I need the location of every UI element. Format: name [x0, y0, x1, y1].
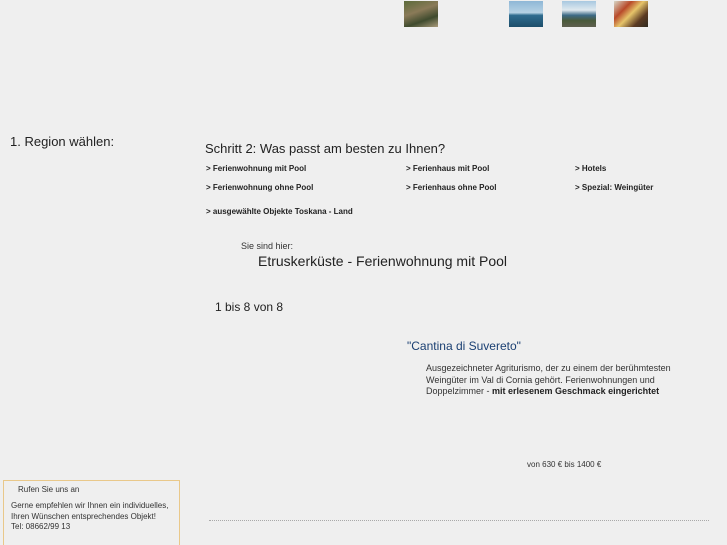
listing-description-bold: mit erlesenem Geschmack eingerichtet [492, 386, 660, 396]
page: 1. Region wählen: Schritt 2: Was passt a… [0, 0, 727, 545]
link-ferienhaus-mit-pool[interactable]: > Ferienhaus mit Pool [406, 164, 489, 173]
breadcrumb-current: Etruskerküste - Ferienwohnung mit Pool [258, 253, 507, 269]
link-ferienhaus-ohne-pool[interactable]: > Ferienhaus ohne Pool [406, 183, 496, 192]
listing-price: von 630 € bis 1400 € [527, 460, 602, 469]
header-thumbnail-coast-town[interactable] [562, 1, 596, 27]
link-ausgewaehlte-objekte[interactable]: > ausgewählte Objekte Toskana - Land [206, 207, 353, 216]
breadcrumb-label: Sie sind hier: [241, 241, 294, 251]
step2-heading: Schritt 2: Was passt am besten zu Ihnen? [205, 141, 446, 156]
divider [209, 520, 709, 521]
contact-text: Gerne empfehlen wir Ihnen ein individuel… [11, 501, 169, 521]
contact-title: Rufen Sie uns an [18, 485, 80, 494]
region-heading: 1. Region wählen: [10, 134, 115, 149]
listing-title-link[interactable]: "Cantina di Suvereto" [407, 339, 521, 353]
link-ferienwohnung-ohne-pool[interactable]: > Ferienwohnung ohne Pool [206, 183, 313, 192]
header-thumbnail-landscape[interactable] [404, 1, 438, 27]
contact-body: Gerne empfehlen wir Ihnen ein individuel… [11, 501, 171, 533]
header-thumbnail-coast-sea[interactable] [509, 1, 543, 27]
contact-phone: Tel: 08662/99 13 [11, 522, 71, 531]
listing-description: Ausgezeichneter Agriturismo, der zu eine… [426, 363, 686, 398]
link-hotels[interactable]: > Hotels [575, 164, 606, 173]
results-count: 1 bis 8 von 8 [215, 300, 284, 314]
link-spezial-weingueter[interactable]: > Spezial: Weingüter [575, 183, 653, 192]
contact-box: Rufen Sie uns an Gerne empfehlen wir Ihn… [3, 480, 180, 545]
header-thumbnail-market[interactable] [614, 1, 648, 27]
link-ferienwohnung-mit-pool[interactable]: > Ferienwohnung mit Pool [206, 164, 306, 173]
